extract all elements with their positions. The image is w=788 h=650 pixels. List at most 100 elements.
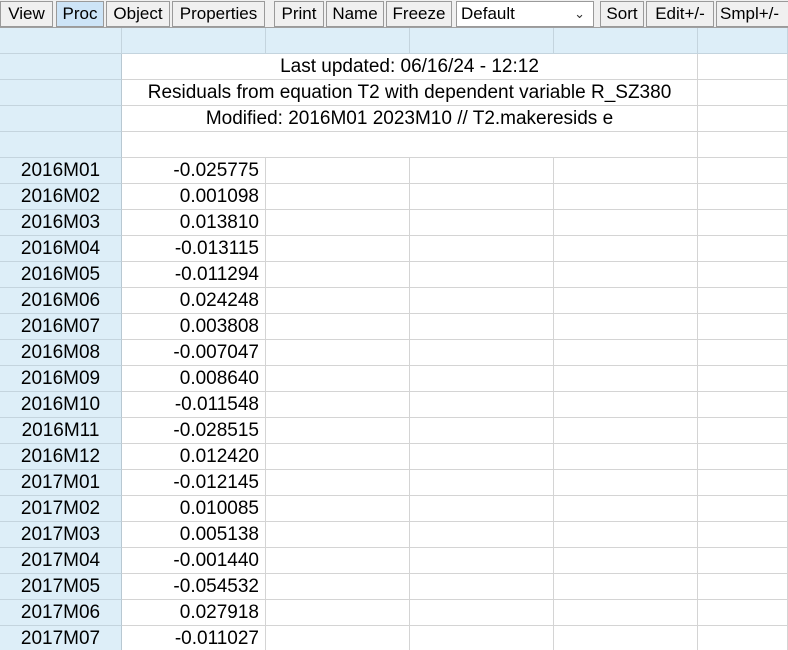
table-cell[interactable] — [410, 522, 554, 548]
row-date-label[interactable]: 2016M10 — [0, 392, 122, 418]
row-header[interactable] — [0, 106, 122, 132]
table-cell[interactable] — [554, 158, 698, 184]
residual-value-cell[interactable]: -0.013115 — [122, 236, 266, 262]
row-date-label[interactable]: 2016M03 — [0, 210, 122, 236]
row-date-label[interactable]: 2017M04 — [0, 548, 122, 574]
table-cell[interactable] — [266, 262, 410, 288]
smpl-button[interactable]: Smpl+/- — [716, 1, 788, 27]
residual-value-cell[interactable]: -0.012145 — [122, 470, 266, 496]
residual-value-cell[interactable]: 0.010085 — [122, 496, 266, 522]
name-button[interactable]: Name — [326, 1, 384, 27]
row-date-label[interactable]: 2016M01 — [0, 158, 122, 184]
residual-value-cell[interactable]: 0.027918 — [122, 600, 266, 626]
table-cell[interactable] — [698, 418, 788, 444]
table-cell[interactable] — [266, 340, 410, 366]
table-cell[interactable] — [698, 80, 788, 106]
table-cell[interactable] — [554, 444, 698, 470]
table-cell[interactable] — [698, 470, 788, 496]
table-cell[interactable] — [266, 366, 410, 392]
table-cell[interactable] — [698, 340, 788, 366]
table-cell[interactable] — [698, 314, 788, 340]
table-cell[interactable] — [410, 496, 554, 522]
view-button[interactable]: View — [0, 1, 53, 27]
row-header[interactable] — [0, 80, 122, 106]
row-date-label[interactable]: 2017M07 — [0, 626, 122, 650]
row-date-label[interactable]: 2016M08 — [0, 340, 122, 366]
table-cell[interactable] — [698, 184, 788, 210]
residual-value-cell[interactable]: -0.054532 — [122, 574, 266, 600]
freeze-button[interactable]: Freeze — [386, 1, 452, 27]
table-cell[interactable] — [266, 548, 410, 574]
table-cell[interactable] — [698, 496, 788, 522]
row-date-label[interactable]: 2016M04 — [0, 236, 122, 262]
row-date-label[interactable]: 2017M01 — [0, 470, 122, 496]
print-button[interactable]: Print — [274, 1, 324, 27]
table-cell[interactable] — [410, 366, 554, 392]
table-cell[interactable] — [554, 470, 698, 496]
column-header[interactable] — [266, 28, 410, 54]
table-cell[interactable] — [554, 340, 698, 366]
table-cell[interactable] — [698, 444, 788, 470]
column-header[interactable] — [410, 28, 554, 54]
column-header[interactable] — [698, 28, 788, 54]
column-header[interactable] — [122, 28, 266, 54]
table-cell[interactable] — [698, 236, 788, 262]
table-cell[interactable] — [266, 392, 410, 418]
row-date-label[interactable]: 2017M05 — [0, 574, 122, 600]
table-cell[interactable] — [266, 288, 410, 314]
table-cell[interactable] — [266, 600, 410, 626]
table-cell[interactable] — [410, 340, 554, 366]
table-cell[interactable] — [410, 600, 554, 626]
proc-button[interactable]: Proc — [56, 1, 104, 27]
column-header[interactable] — [554, 28, 698, 54]
table-cell[interactable] — [266, 418, 410, 444]
sort-button[interactable]: Sort — [600, 1, 644, 27]
table-cell[interactable] — [698, 600, 788, 626]
table-cell[interactable] — [554, 600, 698, 626]
table-cell[interactable] — [698, 288, 788, 314]
row-date-label[interactable]: 2016M07 — [0, 314, 122, 340]
residual-value-cell[interactable]: 0.001098 — [122, 184, 266, 210]
table-cell[interactable] — [554, 210, 698, 236]
table-cell[interactable] — [554, 548, 698, 574]
table-cell[interactable] — [554, 314, 698, 340]
table-cell[interactable] — [266, 158, 410, 184]
row-header[interactable] — [0, 54, 122, 80]
table-cell[interactable] — [554, 418, 698, 444]
table-cell[interactable] — [698, 54, 788, 80]
table-cell[interactable] — [554, 184, 698, 210]
table-cell[interactable] — [410, 470, 554, 496]
table-cell[interactable] — [410, 210, 554, 236]
residual-value-cell[interactable]: 0.008640 — [122, 366, 266, 392]
table-cell[interactable] — [410, 444, 554, 470]
residual-value-cell[interactable]: 0.024248 — [122, 288, 266, 314]
table-cell[interactable] — [410, 574, 554, 600]
residual-value-cell[interactable]: 0.003808 — [122, 314, 266, 340]
table-cell[interactable] — [554, 522, 698, 548]
residual-value-cell[interactable]: -0.025775 — [122, 158, 266, 184]
table-cell[interactable] — [410, 288, 554, 314]
object-button[interactable]: Object — [106, 1, 170, 27]
table-cell[interactable] — [266, 314, 410, 340]
table-cell[interactable] — [698, 522, 788, 548]
row-date-label[interactable]: 2017M03 — [0, 522, 122, 548]
table-cell[interactable] — [266, 210, 410, 236]
residual-value-cell[interactable]: 0.013810 — [122, 210, 266, 236]
table-cell[interactable] — [554, 262, 698, 288]
table-cell[interactable] — [554, 288, 698, 314]
table-cell[interactable] — [410, 418, 554, 444]
table-cell[interactable] — [554, 496, 698, 522]
residual-value-cell[interactable]: -0.007047 — [122, 340, 266, 366]
table-cell[interactable] — [410, 236, 554, 262]
table-cell[interactable] — [266, 470, 410, 496]
table-cell[interactable] — [554, 236, 698, 262]
residual-value-cell[interactable]: -0.011548 — [122, 392, 266, 418]
table-cell[interactable] — [266, 236, 410, 262]
table-cell[interactable] — [698, 392, 788, 418]
table-cell[interactable] — [698, 548, 788, 574]
properties-button[interactable]: Properties — [172, 1, 265, 27]
table-cell[interactable] — [554, 392, 698, 418]
residual-value-cell[interactable]: 0.005138 — [122, 522, 266, 548]
table-cell[interactable] — [554, 626, 698, 650]
corner-cell[interactable] — [0, 28, 122, 54]
